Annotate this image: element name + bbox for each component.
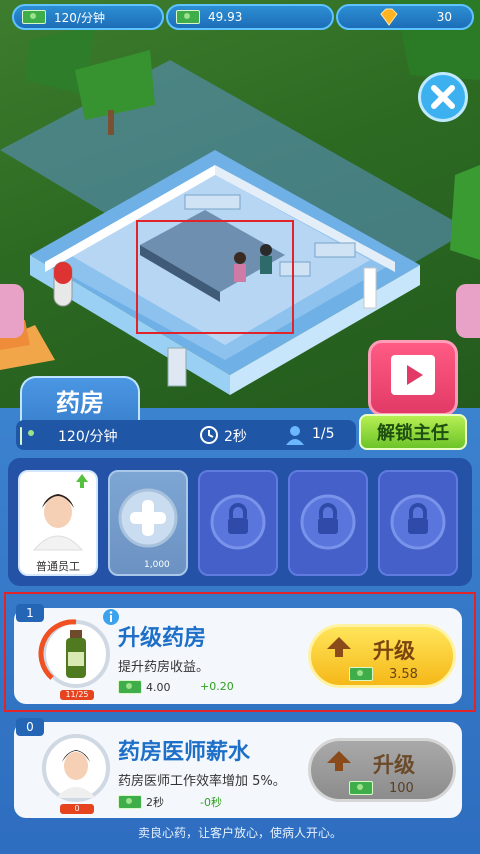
plus-icon bbox=[118, 488, 178, 548]
hire-slot[interactable]: 1,000 bbox=[108, 470, 188, 664]
upgrade-desc: 药房医师工作效率增加 5%。 bbox=[118, 774, 286, 789]
arrow-up-icon bbox=[76, 474, 88, 488]
upgrade-title: 药房医师薪水 bbox=[118, 740, 251, 765]
arrow-up-icon bbox=[327, 751, 351, 771]
cash-amount: 49.93 bbox=[208, 10, 243, 24]
unlock-manager-button[interactable]: 解锁主任 bbox=[359, 414, 467, 450]
upgrade-cost-value: 2秒 bbox=[146, 796, 164, 809]
money-icon bbox=[118, 795, 142, 809]
upgrade-cost: 2秒 bbox=[118, 794, 164, 810]
progress-badge: 0 bbox=[60, 804, 94, 814]
staff-avatar bbox=[32, 474, 88, 551]
pharmacist-avatar bbox=[42, 734, 110, 802]
money-icon bbox=[20, 427, 22, 445]
room-time: 2秒 bbox=[224, 429, 247, 445]
locked-slot bbox=[198, 470, 278, 576]
top-bar: 120/分钟 49.93 30 bbox=[6, 4, 474, 32]
upgrade-button-label: 升级 bbox=[373, 753, 415, 777]
money-icon bbox=[176, 10, 200, 24]
gems-count: 30 bbox=[436, 10, 452, 24]
money-icon bbox=[22, 10, 46, 24]
lock-icon bbox=[210, 494, 266, 550]
video-button[interactable] bbox=[368, 340, 458, 416]
upgrade-card-salary: 0 0 药房医师薪水 药房医师工作效率增加 5%。 2秒 -0秒 升级 100 bbox=[14, 718, 462, 818]
room-tab: 药房 bbox=[20, 376, 140, 422]
staff-count: 1/5 bbox=[312, 426, 335, 442]
video-icon bbox=[391, 355, 435, 395]
staff-slots: 普通员工 1,000 bbox=[8, 458, 472, 664]
gem-icon bbox=[380, 8, 398, 26]
income-rate: 120/分钟 bbox=[54, 10, 105, 25]
room-rate: 120/分钟 bbox=[58, 429, 118, 445]
cash-pill: 49.93 bbox=[166, 4, 334, 30]
arrow-left-icon[interactable] bbox=[0, 284, 24, 338]
gems-pill[interactable]: 30 bbox=[336, 4, 474, 30]
staff-label: 普通员工 bbox=[36, 560, 80, 573]
arrow-right-icon[interactable] bbox=[456, 284, 480, 338]
money-icon bbox=[349, 781, 373, 795]
footer-slogan: 卖良心药，让客户放心，使病人开心。 bbox=[137, 826, 342, 840]
close-button[interactable] bbox=[418, 72, 468, 122]
locked-slot bbox=[288, 470, 368, 576]
highlight-box bbox=[4, 592, 476, 712]
room-stats: 120/分钟 2秒 1/5 bbox=[16, 420, 356, 450]
lock-icon bbox=[300, 494, 356, 550]
upgrade-gain: -0秒 bbox=[200, 796, 222, 809]
upgrade-button-value: 100 bbox=[389, 781, 414, 796]
lock-icon bbox=[390, 494, 446, 550]
staff-slot[interactable]: 普通员工 bbox=[18, 470, 98, 576]
highlight-box bbox=[136, 220, 294, 334]
hire-cost: 1,000 bbox=[144, 560, 170, 570]
income-rate-pill: 120/分钟 bbox=[12, 4, 164, 30]
person-icon bbox=[286, 426, 304, 445]
clock-icon bbox=[200, 426, 218, 444]
upgrade-salary-button[interactable]: 升级 100 bbox=[308, 738, 456, 802]
close-icon bbox=[431, 85, 455, 109]
locked-slot bbox=[378, 470, 458, 576]
